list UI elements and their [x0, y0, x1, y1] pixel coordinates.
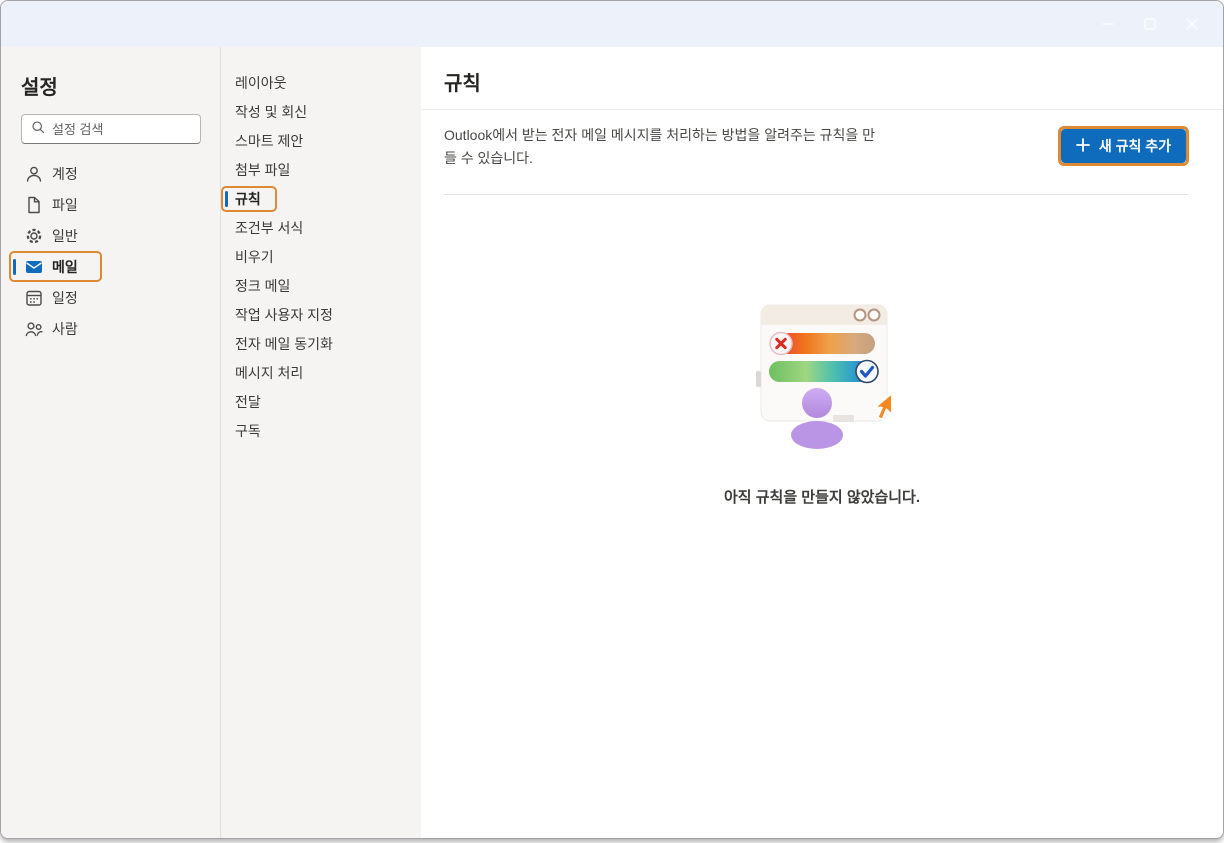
search-icon	[30, 119, 46, 140]
sidebar-item-label: 계정	[52, 165, 78, 182]
selection-bar	[225, 423, 228, 439]
selection-bar	[13, 197, 16, 213]
close-icon	[1185, 17, 1199, 31]
sidebar-item-label: 파일	[52, 196, 78, 213]
settings-search[interactable]	[21, 114, 201, 144]
document-icon	[24, 195, 44, 215]
selection-bar	[13, 228, 16, 244]
submenu-item-customize-actions[interactable]: 작업 사용자 지정	[221, 302, 349, 328]
sidebar-item-files[interactable]: 파일	[9, 189, 102, 220]
selection-bar	[225, 278, 228, 294]
minimize-icon	[1101, 17, 1115, 31]
rules-header: 규칙	[421, 47, 1223, 110]
people-icon	[24, 319, 44, 339]
selection-bar	[13, 258, 16, 275]
selection-bar	[225, 394, 228, 410]
selection-bar	[225, 336, 228, 352]
person-icon	[24, 164, 44, 184]
mail-submenu: 레이아웃 작성 및 회신 스마트 제안 첨부 파일 규칙 조건부 서식 비우기 …	[221, 47, 421, 838]
rules-empty-illustration	[743, 301, 901, 474]
submenu-item-sweep[interactable]: 비우기	[221, 244, 290, 270]
maximize-icon	[1143, 17, 1157, 31]
submenu-item-forwarding[interactable]: 전달	[221, 389, 277, 415]
submenu-item-subscriptions[interactable]: 구독	[221, 418, 277, 444]
selection-bar	[225, 307, 228, 323]
rules-empty-state: 아직 규칙을 만들지 않았습니다.	[421, 301, 1223, 507]
sidebar-item-calendar[interactable]: 일정	[9, 282, 102, 313]
selection-bar	[225, 220, 228, 236]
page-title: 규칙	[444, 73, 481, 95]
rules-description: Outlook에서 받는 전자 메일 메시지를 처리하는 방법을 알려주는 규칙…	[444, 127, 876, 166]
empty-state-message: 아직 규칙을 만들지 않았습니다.	[723, 489, 921, 506]
sidebar-item-label: 일반	[52, 227, 78, 244]
calendar-icon	[24, 288, 44, 308]
search-input[interactable]	[52, 121, 192, 137]
plus-icon	[1075, 137, 1090, 155]
settings-window: 설정 계정	[0, 0, 1224, 839]
sidebar-item-mail[interactable]: 메일	[9, 251, 102, 282]
selection-bar	[225, 133, 228, 149]
add-rule-button-highlight: 새 규칙 추가	[1057, 126, 1189, 166]
submenu-item-smart-suggestions[interactable]: 스마트 제안	[221, 128, 319, 154]
sidebar-item-label: 사람	[52, 320, 78, 337]
submenu-item-compose-reply[interactable]: 작성 및 회신	[221, 99, 323, 125]
selection-bar	[225, 162, 228, 178]
add-rule-button[interactable]: 새 규칙 추가	[1060, 129, 1186, 163]
submenu-item-rules[interactable]: 규칙	[221, 186, 277, 212]
selection-bar	[13, 290, 16, 306]
sidebar-item-general[interactable]: 일반	[9, 220, 102, 251]
submenu-item-attachments[interactable]: 첨부 파일	[221, 157, 306, 183]
selection-bar	[225, 249, 228, 265]
submenu-item-conditional-formatting[interactable]: 조건부 서식	[221, 215, 319, 241]
settings-sidebar: 설정 계정	[1, 47, 221, 838]
submenu-item-junk-email[interactable]: 정크 메일	[221, 273, 306, 299]
sidebar-item-account[interactable]: 계정	[9, 158, 102, 189]
gear-icon	[24, 226, 44, 246]
settings-content: 설정 계정	[1, 47, 1223, 838]
submenu-item-layout[interactable]: 레이아웃	[221, 70, 303, 96]
selection-bar	[225, 75, 228, 91]
maximize-button[interactable]	[1129, 7, 1171, 41]
selection-bar	[225, 365, 228, 381]
sidebar-item-people[interactable]: 사람	[9, 313, 102, 344]
selection-bar	[225, 104, 228, 120]
selection-bar	[225, 191, 228, 207]
submenu-item-sync-email[interactable]: 전자 메일 동기화	[221, 331, 349, 357]
sidebar-item-label: 일정	[52, 289, 78, 306]
close-button[interactable]	[1171, 7, 1213, 41]
sidebar-item-label: 메일	[52, 258, 78, 275]
settings-title: 설정	[21, 77, 58, 99]
submenu-item-message-handling[interactable]: 메시지 처리	[221, 360, 319, 386]
rules-panel: 규칙 Outlook에서 받는 전자 메일 메시지를 처리하는 방법을 알려주는…	[421, 47, 1223, 838]
minimize-button[interactable]	[1087, 7, 1129, 41]
selection-bar	[13, 321, 16, 337]
titlebar	[1, 1, 1223, 47]
category-nav: 계정 파일 일반 메일 일정 사람	[1, 158, 220, 344]
rules-intro: Outlook에서 받는 전자 메일 메시지를 처리하는 방법을 알려주는 규칙…	[421, 110, 1223, 170]
section-divider	[444, 194, 1188, 195]
mail-icon	[24, 257, 44, 277]
selection-bar	[13, 166, 16, 182]
